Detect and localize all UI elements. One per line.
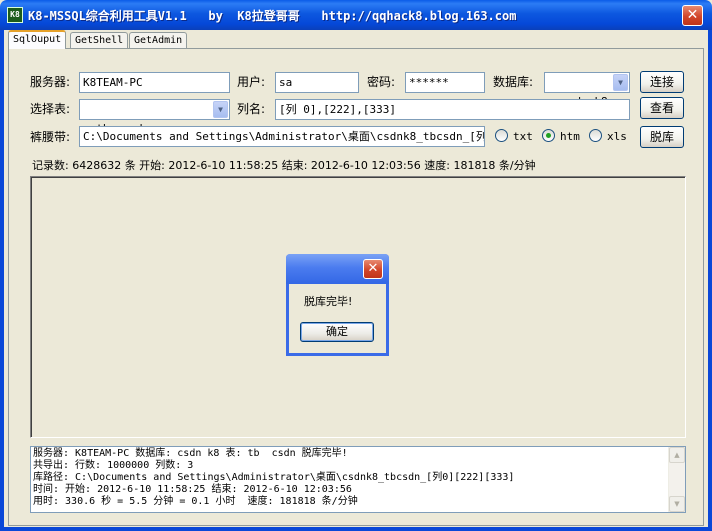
column-input[interactable]: [列 0],[222],[333] xyxy=(275,99,630,120)
format-radio-htm[interactable] xyxy=(542,129,555,142)
view-button[interactable]: 查看 xyxy=(640,97,684,119)
dialog-close-button[interactable]: ✕ xyxy=(363,259,383,279)
tab-sqloutput[interactable]: SqlOuput xyxy=(8,30,67,49)
dump-button[interactable]: 脱库 xyxy=(640,126,684,148)
log-line: 服务器: K8TEAM-PC 数据库: csdn k8 表: tb csdn 脱… xyxy=(33,448,348,459)
chevron-down-icon[interactable]: ▼ xyxy=(613,74,628,91)
window-frame-right xyxy=(708,30,712,531)
belt-label: 裤腰带: xyxy=(30,130,71,144)
window-frame-bottom xyxy=(0,527,712,531)
log-output[interactable]: 服务器: K8TEAM-PC 数据库: csdn k8 表: tb csdn 脱… xyxy=(30,446,686,513)
log-line: 用时: 330.6 秒 = 5.5 分钟 = 0.1 小时 速度: 181818… xyxy=(33,496,358,507)
tab-getshell[interactable]: GetShell xyxy=(70,32,129,49)
table-select[interactable]: tb csdn ▼ xyxy=(79,99,230,135)
user-label: 用户: xyxy=(237,75,266,89)
column-label: 列名: xyxy=(237,102,266,116)
log-line: 共导出: 行数: 1000000 列数: 3 xyxy=(33,460,194,471)
server-label: 服务器: xyxy=(30,75,71,89)
completion-dialog: ✕ 脱库完毕! 确定 xyxy=(286,254,389,356)
format-radio-xls[interactable] xyxy=(589,129,602,142)
chevron-down-icon[interactable]: ▼ xyxy=(213,101,228,118)
dialog-title-bar[interactable]: ✕ xyxy=(286,254,389,284)
window-frame-left xyxy=(0,30,4,531)
server-input[interactable]: K8TEAM-PC xyxy=(79,72,230,93)
format-radio-xls-label: xls xyxy=(607,130,627,143)
window-close-button[interactable]: ✕ xyxy=(682,5,703,26)
database-label: 数据库: xyxy=(493,75,534,89)
dialog-ok-button[interactable]: 确定 xyxy=(300,322,374,342)
output-path-input[interactable]: C:\Documents and Settings\Administrator\… xyxy=(79,126,485,147)
format-radio-htm-label: htm xyxy=(560,130,580,143)
scroll-down-icon[interactable]: ▼ xyxy=(669,496,685,512)
format-radio-txt[interactable] xyxy=(495,129,508,142)
database-select[interactable]: csdn k8 ▼ xyxy=(544,72,630,108)
format-radio-txt-label: txt xyxy=(513,130,533,143)
scroll-up-icon[interactable]: ▲ xyxy=(669,447,685,463)
app-icon: K8 xyxy=(7,7,23,23)
connect-button[interactable]: 连接 xyxy=(640,71,684,93)
window-title: K8-MSSQL综合利用工具V1.1 by K8拉登哥哥 http://qqha… xyxy=(28,9,517,23)
dialog-message: 脱库完毕! xyxy=(304,295,353,308)
user-input[interactable]: sa xyxy=(275,72,359,93)
password-label: 密码: xyxy=(367,75,396,89)
log-line: 时间: 开始: 2012-6-10 11:58:25 结束: 2012-6-10… xyxy=(33,484,352,495)
tab-getadmin[interactable]: GetAdmin xyxy=(129,32,188,49)
log-line: 库路径: C:\Documents and Settings\Administr… xyxy=(33,472,515,483)
log-scrollbar[interactable]: ▲ ▼ xyxy=(668,447,685,512)
password-input[interactable]: ****** xyxy=(405,72,485,93)
record-status: 记录数: 6428632 条 开始: 2012-6-10 11:58:25 结束… xyxy=(32,159,536,172)
log-lines: 服务器: K8TEAM-PC 数据库: csdn k8 表: tb csdn 脱… xyxy=(33,448,665,508)
table-label: 选择表: xyxy=(30,102,71,116)
title-bar[interactable]: K8 K8-MSSQL综合利用工具V1.1 by K8拉登哥哥 http://q… xyxy=(0,0,712,30)
